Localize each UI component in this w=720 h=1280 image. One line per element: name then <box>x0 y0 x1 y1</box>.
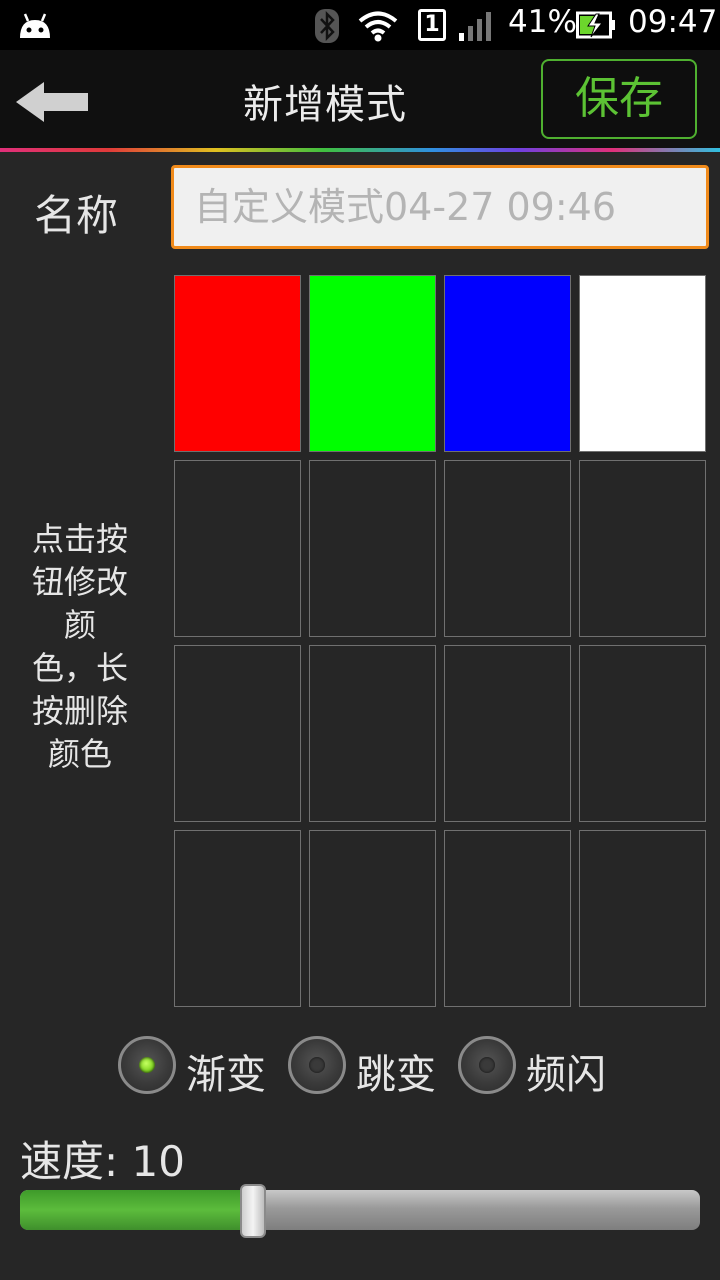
mode-label: 频闪 <box>526 1052 606 1098</box>
hint-line: 颜色 <box>47 735 112 773</box>
speed-slider[interactable] <box>20 1190 700 1230</box>
color-slot-empty[interactable] <box>579 645 706 822</box>
color-slot-filled[interactable] <box>309 275 436 452</box>
color-slot-empty[interactable] <box>309 460 436 637</box>
signal-icon <box>459 12 491 41</box>
color-slot-empty[interactable] <box>579 460 706 637</box>
color-slot-empty[interactable] <box>444 830 571 1007</box>
battery-charging-icon <box>576 11 615 39</box>
name-input[interactable]: 自定义模式04-27 09:46 <box>171 165 709 249</box>
clock: 09:47 <box>628 4 718 40</box>
color-grid-hint: 点击按 钮修改 颜 色，长 按删除 颜色 <box>20 518 140 776</box>
back-arrow-icon[interactable] <box>14 80 90 124</box>
header-divider <box>0 148 720 152</box>
name-label: 名称 <box>34 191 119 240</box>
color-slot-filled[interactable] <box>174 275 301 452</box>
radio-dot-icon <box>118 1036 176 1094</box>
color-slot-empty[interactable] <box>309 645 436 822</box>
sim-icon: 1 <box>418 9 446 41</box>
color-slot-empty[interactable] <box>579 830 706 1007</box>
speed-slider-fill <box>20 1190 254 1230</box>
color-slot-filled[interactable] <box>579 275 706 452</box>
battery-percent: 41% <box>508 4 577 40</box>
color-slot-empty[interactable] <box>309 830 436 1007</box>
radio-dot-icon <box>288 1036 346 1094</box>
page-title: 新增模式 <box>243 82 407 128</box>
color-slot-empty[interactable] <box>174 830 301 1007</box>
bluetooth-icon <box>315 9 339 43</box>
mode-label: 跳变 <box>356 1052 436 1098</box>
hint-line: 色，长 <box>31 649 128 687</box>
speed-label: 速度: 10 <box>20 1137 185 1186</box>
wifi-icon <box>358 11 398 42</box>
color-slot-filled[interactable] <box>444 275 571 452</box>
hint-line: 点击按 <box>31 520 128 558</box>
status-bar: 1 41% 09:47 <box>0 0 720 50</box>
hint-line: 颜 <box>63 606 96 644</box>
save-button[interactable]: 保存 <box>541 59 697 139</box>
hint-line: 钮修改 <box>31 563 128 601</box>
color-slot-empty[interactable] <box>174 645 301 822</box>
radio-dot-icon <box>458 1036 516 1094</box>
color-slot-empty[interactable] <box>444 645 571 822</box>
hint-line: 按删除 <box>31 692 128 730</box>
mode-label: 渐变 <box>186 1052 266 1098</box>
color-slot-empty[interactable] <box>174 460 301 637</box>
android-debug-icon <box>20 13 50 38</box>
speed-slider-thumb[interactable] <box>240 1184 267 1238</box>
color-slot-empty[interactable] <box>444 460 571 637</box>
sim-slot-number: 1 <box>424 12 440 37</box>
